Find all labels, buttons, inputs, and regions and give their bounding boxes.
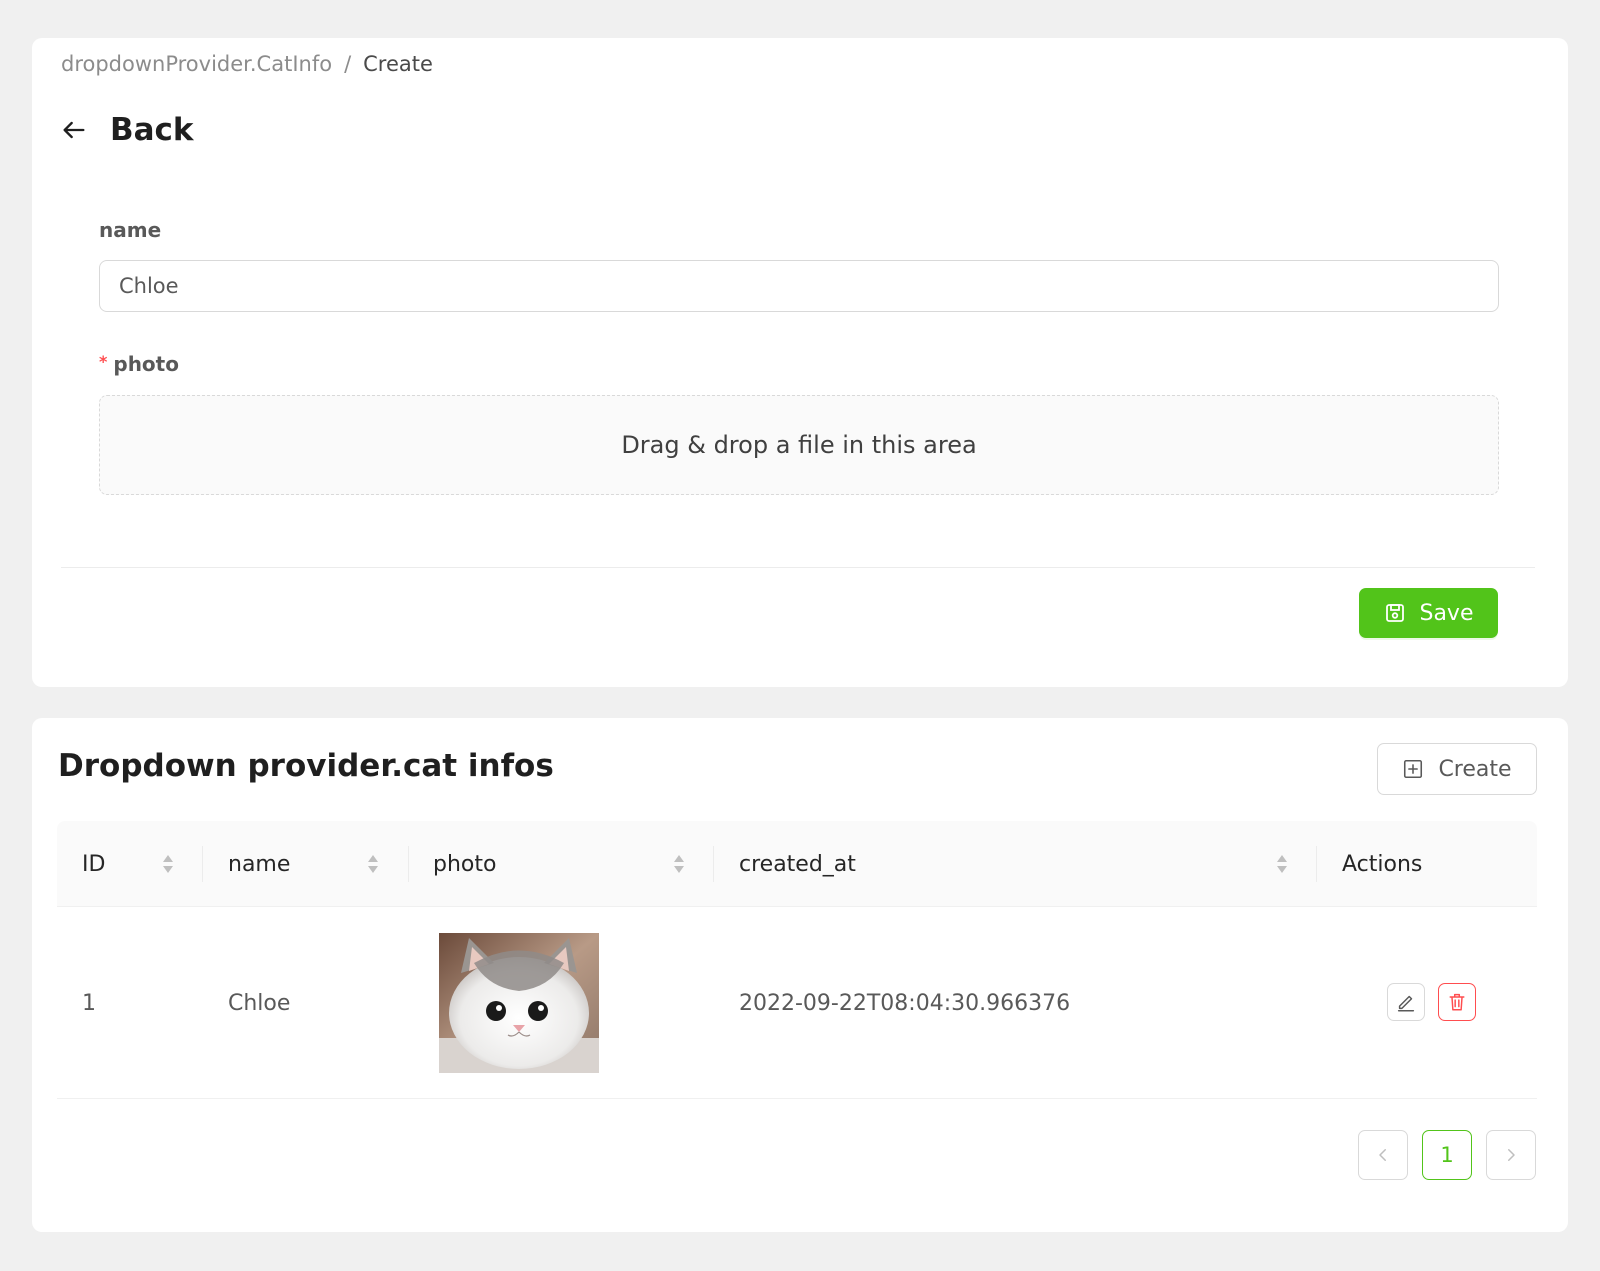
delete-icon bbox=[1449, 993, 1465, 1011]
column-divider bbox=[202, 846, 203, 882]
column-header-photo[interactable]: photo bbox=[433, 821, 496, 907]
breadcrumb-separator: / bbox=[344, 52, 352, 76]
column-label-photo: photo bbox=[433, 851, 497, 877]
chevron-right-icon bbox=[1508, 1149, 1515, 1161]
cell-created-at: 2022-09-22T08:04:30.966376 bbox=[739, 990, 1071, 1016]
column-divider bbox=[713, 846, 714, 882]
save-label: Save bbox=[1419, 600, 1474, 626]
sort-icon[interactable] bbox=[161, 852, 175, 876]
column-divider bbox=[1316, 846, 1317, 882]
column-label-name: name bbox=[228, 851, 291, 877]
sort-icon[interactable] bbox=[366, 852, 380, 876]
save-button[interactable]: Save bbox=[1359, 588, 1498, 638]
cell-id: 1 bbox=[82, 990, 96, 1016]
cell-name: Chloe bbox=[228, 990, 291, 1016]
breadcrumb-parent[interactable]: dropdownProvider.CatInfo bbox=[61, 52, 332, 76]
column-header-id[interactable]: ID bbox=[82, 821, 105, 907]
name-input[interactable]: Chloe bbox=[99, 260, 1499, 312]
dropzone-text: Drag & drop a file in this area bbox=[621, 431, 977, 459]
sort-icon[interactable] bbox=[1275, 852, 1289, 876]
required-mark: * bbox=[99, 352, 108, 371]
column-divider bbox=[408, 846, 409, 882]
pagination-next-button[interactable] bbox=[1486, 1130, 1536, 1180]
chevron-left-icon bbox=[1379, 1149, 1386, 1161]
column-header-created-at[interactable]: created_at bbox=[739, 821, 856, 907]
breadcrumb-current: Create bbox=[363, 52, 433, 76]
table-header: ID name photo created_at Actions bbox=[57, 821, 1537, 907]
pagination-prev-button[interactable] bbox=[1358, 1130, 1408, 1180]
column-label-id: ID bbox=[82, 851, 106, 877]
create-button[interactable]: Create bbox=[1377, 743, 1537, 795]
column-header-actions: Actions bbox=[1342, 821, 1422, 907]
back-button[interactable]: Back bbox=[60, 108, 194, 152]
edit-button[interactable] bbox=[1387, 983, 1425, 1021]
photo-label-text: photo bbox=[113, 352, 179, 376]
plus-square-icon bbox=[1404, 759, 1423, 779]
cat-photo-thumbnail[interactable] bbox=[439, 933, 599, 1073]
column-header-name[interactable]: name bbox=[228, 821, 290, 907]
delete-button[interactable] bbox=[1438, 983, 1476, 1021]
name-input-value: Chloe bbox=[119, 274, 179, 298]
pagination-page-1[interactable]: 1 bbox=[1422, 1130, 1472, 1180]
sort-icon[interactable] bbox=[672, 852, 686, 876]
arrow-left-icon bbox=[63, 121, 85, 139]
list-card: Dropdown provider.cat infos Create ID na… bbox=[32, 718, 1568, 1232]
table-row: 1 Chloe 2022-09-22T08:04:30.966376 bbox=[57, 907, 1537, 1099]
list-title: Dropdown provider.cat infos bbox=[58, 748, 554, 784]
form-divider bbox=[61, 567, 1535, 568]
name-field-label: name bbox=[99, 218, 162, 242]
save-icon bbox=[1386, 604, 1405, 622]
photo-field-label: * photo bbox=[99, 352, 179, 376]
photo-dropzone[interactable]: Drag & drop a file in this area bbox=[99, 395, 1499, 495]
cat-photo-image bbox=[439, 933, 599, 1073]
create-card: dropdownProvider.CatInfo / Create Back nam… bbox=[32, 38, 1568, 687]
back-label: Back bbox=[110, 112, 194, 148]
column-label-actions: Actions bbox=[1342, 851, 1423, 877]
create-label: Create bbox=[1438, 756, 1512, 782]
breadcrumb: dropdownProvider.CatInfo / Create bbox=[61, 52, 433, 76]
column-label-created-at: created_at bbox=[739, 851, 856, 877]
edit-icon bbox=[1397, 995, 1415, 1012]
